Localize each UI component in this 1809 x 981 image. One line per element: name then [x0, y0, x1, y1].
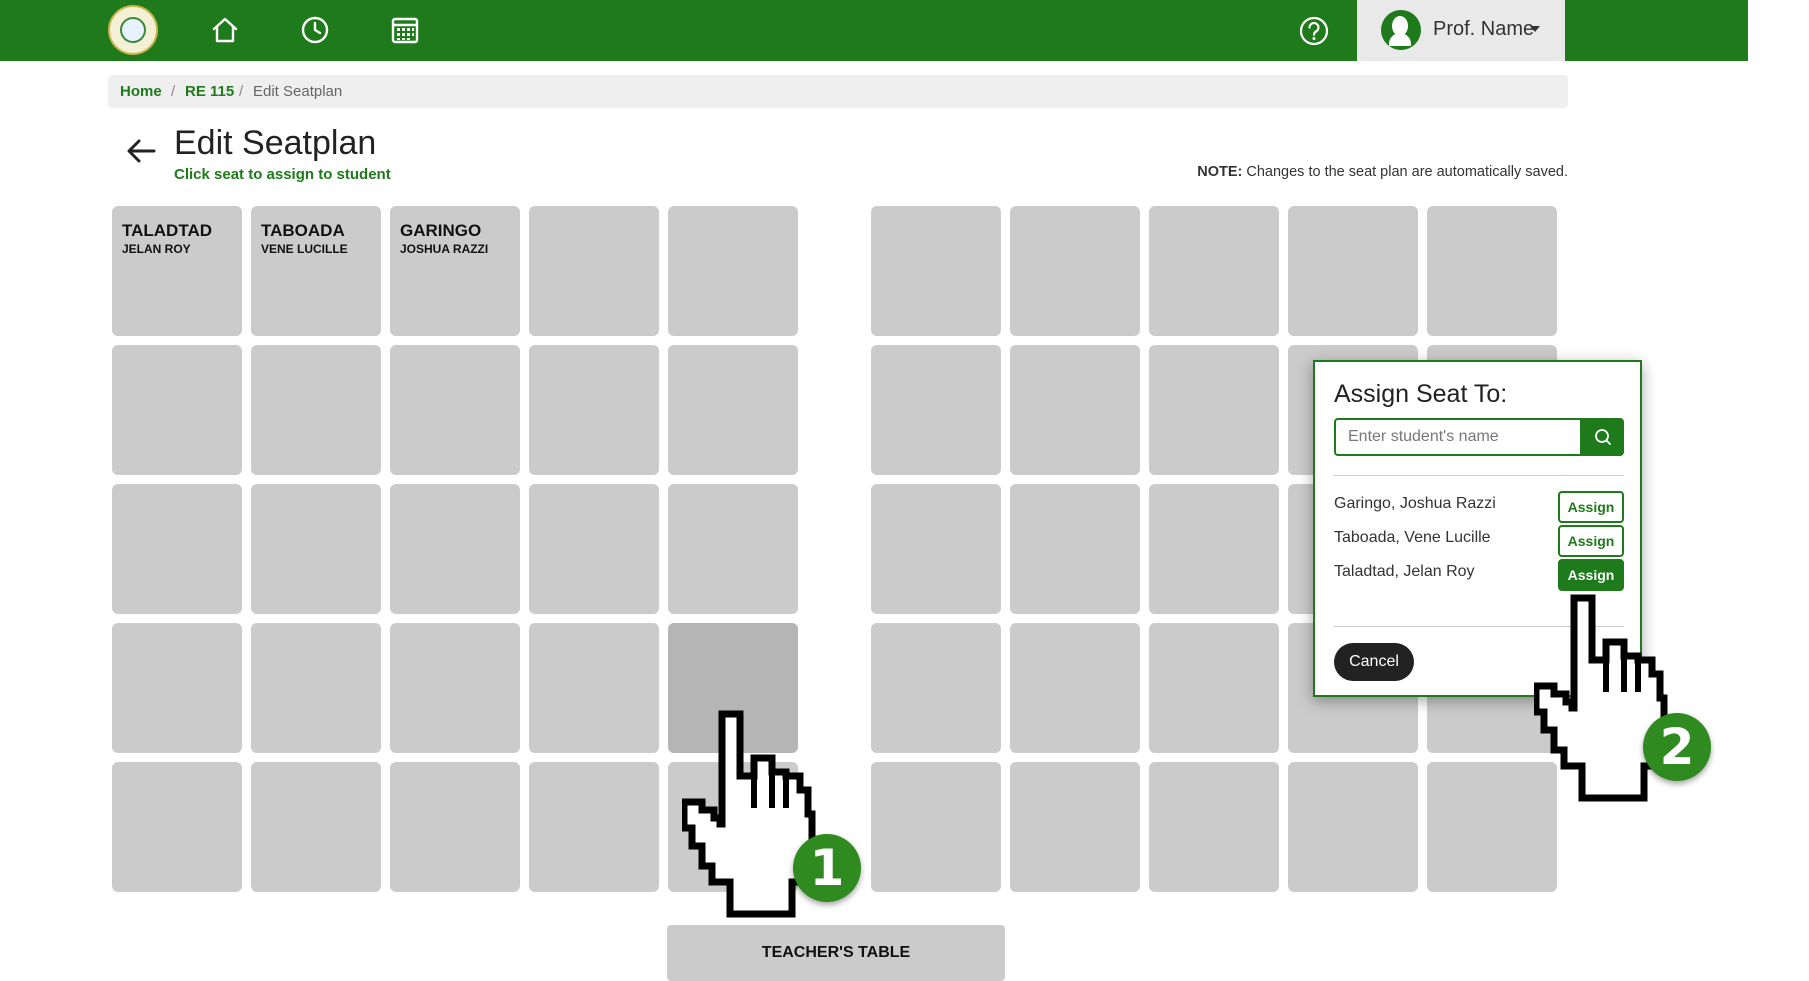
- seat[interactable]: [112, 484, 242, 614]
- seat[interactable]: [390, 762, 520, 892]
- seat-student-lastname: TALADTAD: [122, 221, 213, 240]
- seat[interactable]: [390, 484, 520, 614]
- seat[interactable]: [1149, 762, 1279, 892]
- calendar-icon[interactable]: [389, 14, 421, 46]
- seat[interactable]: [871, 206, 1001, 336]
- seat[interactable]: [1288, 206, 1418, 336]
- seat[interactable]: [112, 345, 242, 475]
- top-navbar: Prof. Name: [0, 0, 1748, 61]
- seat[interactable]: [1427, 206, 1557, 336]
- seat[interactable]: [529, 623, 659, 753]
- seat[interactable]: [1010, 345, 1140, 475]
- breadcrumb-current: Edit Seatplan: [253, 83, 343, 100]
- seat[interactable]: [251, 762, 381, 892]
- seat-student-firstname: JELAN ROY: [122, 242, 191, 256]
- seat[interactable]: [1010, 484, 1140, 614]
- seat[interactable]: [668, 206, 798, 336]
- profile-name: Prof. Name: [1433, 18, 1535, 40]
- seat[interactable]: [112, 762, 242, 892]
- seat[interactable]: TABOADA VENE LUCILLE: [251, 206, 381, 336]
- seat[interactable]: [1149, 206, 1279, 336]
- seat[interactable]: [668, 484, 798, 614]
- student-name: Garingo, Joshua Razzi: [1334, 495, 1496, 512]
- university-logo[interactable]: [108, 5, 158, 55]
- seat[interactable]: [529, 484, 659, 614]
- seat[interactable]: [390, 345, 520, 475]
- seat[interactable]: [251, 345, 381, 475]
- assign-button[interactable]: Assign: [1558, 491, 1624, 523]
- breadcrumb-separator: /: [171, 83, 176, 100]
- breadcrumb: Home / RE 115 / Edit Seatplan: [108, 75, 1568, 108]
- back-arrow-icon[interactable]: [126, 138, 156, 164]
- help-icon[interactable]: [1298, 15, 1330, 47]
- student-search-input[interactable]: [1334, 418, 1582, 456]
- divider: [1334, 475, 1624, 476]
- seat[interactable]: [529, 206, 659, 336]
- seat[interactable]: GARINGO JOSHUA RAZZI: [390, 206, 520, 336]
- seat[interactable]: [871, 484, 1001, 614]
- seat[interactable]: [871, 762, 1001, 892]
- teachers-table: TEACHER'S TABLE: [667, 925, 1005, 981]
- seat-student-lastname: GARINGO: [400, 221, 482, 240]
- note-label: NOTE:: [1197, 164, 1243, 180]
- seat[interactable]: [871, 623, 1001, 753]
- history-icon[interactable]: [299, 14, 331, 46]
- popup-title: Assign Seat To:: [1334, 380, 1508, 408]
- seat[interactable]: [1149, 623, 1279, 753]
- seat[interactable]: [1010, 623, 1140, 753]
- seat[interactable]: [251, 484, 381, 614]
- home-icon[interactable]: [209, 14, 241, 46]
- assign-button[interactable]: Assign: [1558, 525, 1624, 557]
- seat[interactable]: [668, 345, 798, 475]
- note-text: Changes to the seat plan are automatical…: [1242, 164, 1568, 180]
- step-badge: 1: [793, 834, 861, 902]
- profile-dropdown-button[interactable]: Prof. Name: [1357, 0, 1565, 61]
- step-badge: 2: [1643, 713, 1711, 781]
- seat[interactable]: [1010, 206, 1140, 336]
- seat-student-lastname: TABOADA: [261, 221, 345, 240]
- seat[interactable]: [251, 623, 381, 753]
- autosave-note: NOTE: Changes to the seat plan are autom…: [1197, 164, 1568, 180]
- seat[interactable]: [529, 345, 659, 475]
- seat[interactable]: [1149, 484, 1279, 614]
- student-name: Taladtad, Jelan Roy: [1334, 563, 1475, 580]
- seat[interactable]: [112, 623, 242, 753]
- student-name: Taboada, Vene Lucille: [1334, 529, 1491, 546]
- seat-student-firstname: VENE LUCILLE: [261, 242, 348, 256]
- seat[interactable]: [390, 623, 520, 753]
- assign-button[interactable]: Assign: [1558, 559, 1624, 591]
- seat-student-firstname: JOSHUA RAZZI: [400, 242, 489, 256]
- avatar: [1381, 10, 1421, 50]
- breadcrumb-separator: /: [239, 83, 244, 100]
- page-title: Edit Seatplan: [174, 124, 377, 162]
- breadcrumb-home-link[interactable]: Home: [120, 83, 162, 100]
- breadcrumb-course-link[interactable]: RE 115: [185, 83, 234, 100]
- seat[interactable]: [871, 345, 1001, 475]
- page-subtitle: Click seat to assign to student: [174, 166, 391, 183]
- seat[interactable]: [1149, 345, 1279, 475]
- cancel-button[interactable]: Cancel: [1334, 643, 1414, 681]
- seat[interactable]: [1010, 762, 1140, 892]
- search-icon: [1595, 429, 1611, 445]
- seat[interactable]: TALADTAD JELAN ROY: [112, 206, 242, 336]
- search-button[interactable]: [1582, 418, 1624, 456]
- seat[interactable]: [529, 762, 659, 892]
- chevron-down-icon: [1530, 26, 1540, 32]
- seat[interactable]: [1288, 762, 1418, 892]
